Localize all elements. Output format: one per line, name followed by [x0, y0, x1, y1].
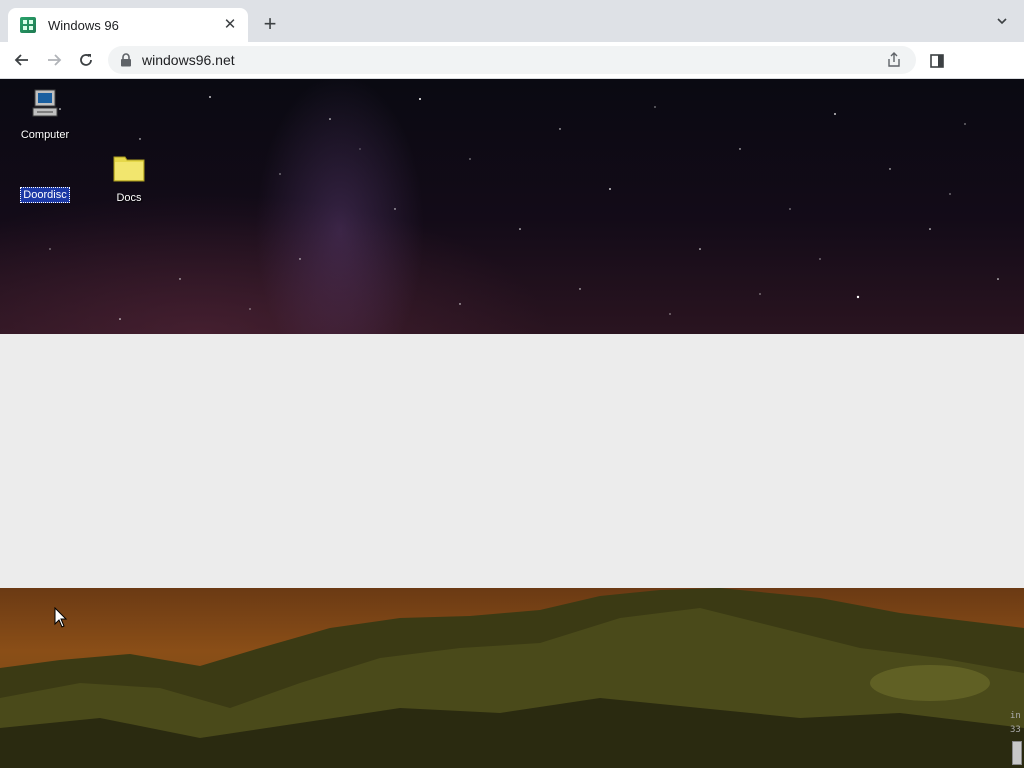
icon-label: Docs: [116, 192, 142, 204]
icon-label: Doordisc: [20, 187, 70, 203]
side-panel-icon: [930, 54, 944, 68]
reload-button[interactable]: [74, 48, 98, 72]
new-tab-button[interactable]: +: [259, 13, 281, 36]
share-icon: [888, 52, 900, 67]
tab-title: Windows 96: [48, 17, 119, 33]
side-panel-button[interactable]: [928, 52, 946, 70]
icon-label: Computer: [20, 129, 70, 141]
lock-icon: [121, 53, 131, 67]
unrendered-region: [0, 334, 1024, 588]
desktop-icon-doordisc[interactable]: Doordisc: [5, 184, 85, 203]
windows96-favicon-icon: [20, 17, 36, 33]
forward-button[interactable]: [42, 48, 66, 72]
address-bar[interactable]: windows96.net: [108, 46, 916, 74]
arrow-left-icon: [14, 54, 28, 66]
tab-windows96[interactable]: Windows 96 ✕: [8, 8, 248, 42]
folder-icon: [113, 156, 145, 182]
chevron-down-icon[interactable]: [992, 14, 1012, 34]
share-button[interactable]: [884, 50, 904, 70]
reload-icon: [80, 54, 92, 66]
wallpaper-stars: [49, 96, 999, 320]
desktop-icon-docs[interactable]: Docs: [89, 153, 169, 206]
back-button[interactable]: [10, 48, 34, 72]
close-icon[interactable]: ✕: [222, 17, 238, 33]
wallpaper-mountains: [0, 588, 1024, 768]
url-text: windows96.net: [142, 52, 235, 68]
arrow-right-icon: [48, 54, 62, 66]
corner-text: in 33: [1010, 711, 1021, 735]
browser-toolbar: windows96.net: [0, 42, 1024, 79]
scroll-handle[interactable]: [1012, 741, 1022, 765]
mouse-cursor-icon: [54, 607, 68, 628]
computer-icon: [32, 89, 58, 117]
desktop-icon-computer[interactable]: Computer: [5, 88, 85, 143]
windows96-desktop[interactable]: Computer Doordisc Docs in 33: [0, 79, 1024, 768]
tab-strip: Windows 96 ✕ +: [0, 0, 1024, 42]
